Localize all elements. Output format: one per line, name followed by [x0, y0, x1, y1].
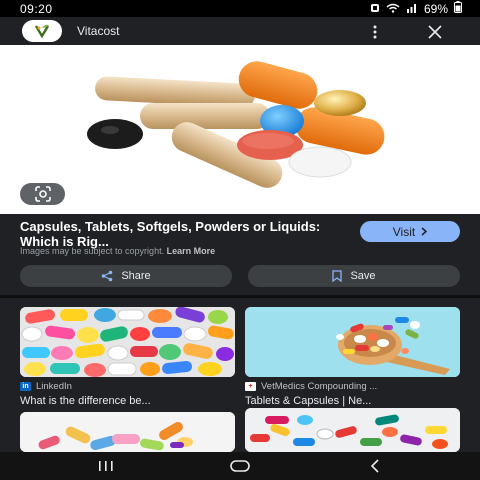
related-thumbnail[interactable] [245, 408, 460, 452]
battery-level: 69% [423, 1, 448, 16]
section-divider [0, 295, 480, 298]
save-button[interactable]: Save [248, 265, 460, 287]
blister-pills-image [245, 408, 460, 452]
home-button[interactable] [228, 458, 252, 474]
share-icon [102, 270, 113, 282]
share-label: Share [121, 270, 151, 282]
linkedin-icon: in [20, 382, 31, 391]
notification-icon [370, 2, 380, 16]
system-navigation-bar [0, 452, 480, 480]
status-bar: 09:20 69% [0, 0, 480, 17]
chevron-right-icon [421, 227, 428, 236]
signal-icon [406, 2, 418, 16]
status-icons: 69% [370, 1, 462, 16]
battery-icon [454, 1, 462, 16]
copyright-text: Images may be subject to copyright. [20, 246, 165, 256]
recent-apps-icon [99, 461, 113, 471]
learn-more-link[interactable]: Learn More [167, 246, 216, 256]
related-card[interactable]: + VetMedics Compounding ... Tablets & Ca… [245, 307, 460, 407]
close-button[interactable] [426, 23, 444, 41]
share-button[interactable]: Share [20, 265, 232, 287]
vetmedics-icon: + [245, 382, 256, 391]
pills-spoon-image [245, 307, 460, 377]
google-lens-icon [34, 186, 51, 202]
related-title[interactable]: What is the difference be... [20, 395, 235, 407]
more-options-button[interactable] [366, 23, 384, 41]
visit-button[interactable]: Visit [360, 221, 460, 242]
save-label: Save [350, 270, 376, 282]
site-name[interactable]: Vitacost [77, 24, 119, 38]
pills-image [87, 61, 385, 188]
image-viewer-screen: 09:20 69% Vitacost Capsules, Tablets, So… [0, 0, 480, 480]
result-title[interactable]: Capsules, Tablets, Softgels, Powders or … [20, 219, 340, 249]
related-thumbnail[interactable] [245, 307, 460, 377]
visit-button-label: Visit [392, 224, 416, 239]
more-vert-icon [373, 25, 377, 39]
related-card[interactable] [245, 408, 460, 452]
wifi-icon [386, 2, 400, 16]
viewer-header: Vitacost [0, 17, 480, 45]
back-button[interactable] [363, 458, 387, 474]
main-image[interactable] [0, 45, 480, 214]
related-source: + VetMedics Compounding ... [245, 381, 460, 392]
site-logo[interactable] [22, 20, 62, 42]
related-card[interactable]: in LinkedIn What is the difference be... [20, 307, 235, 407]
vitacost-logo-icon [34, 24, 50, 39]
related-title[interactable]: Tablets & Capsules | Ne... [245, 395, 460, 407]
status-time: 09:20 [20, 1, 53, 16]
close-icon [428, 25, 442, 39]
related-thumbnail[interactable] [20, 412, 235, 452]
home-icon [230, 460, 250, 472]
related-source-name: LinkedIn [36, 381, 72, 392]
related-thumbnail[interactable] [20, 307, 235, 377]
bookmark-icon [332, 270, 343, 282]
copyright-notice: Images may be subject to copyright. Lear… [20, 246, 215, 256]
related-source-name: VetMedics Compounding ... [261, 381, 378, 392]
colorful-pills-image [20, 307, 235, 377]
related-source: in LinkedIn [20, 381, 235, 392]
lens-search-button[interactable] [20, 183, 65, 205]
back-icon [370, 459, 379, 473]
capsules-image [20, 412, 235, 452]
related-card[interactable] [20, 412, 235, 452]
recent-apps-button[interactable] [94, 458, 118, 474]
